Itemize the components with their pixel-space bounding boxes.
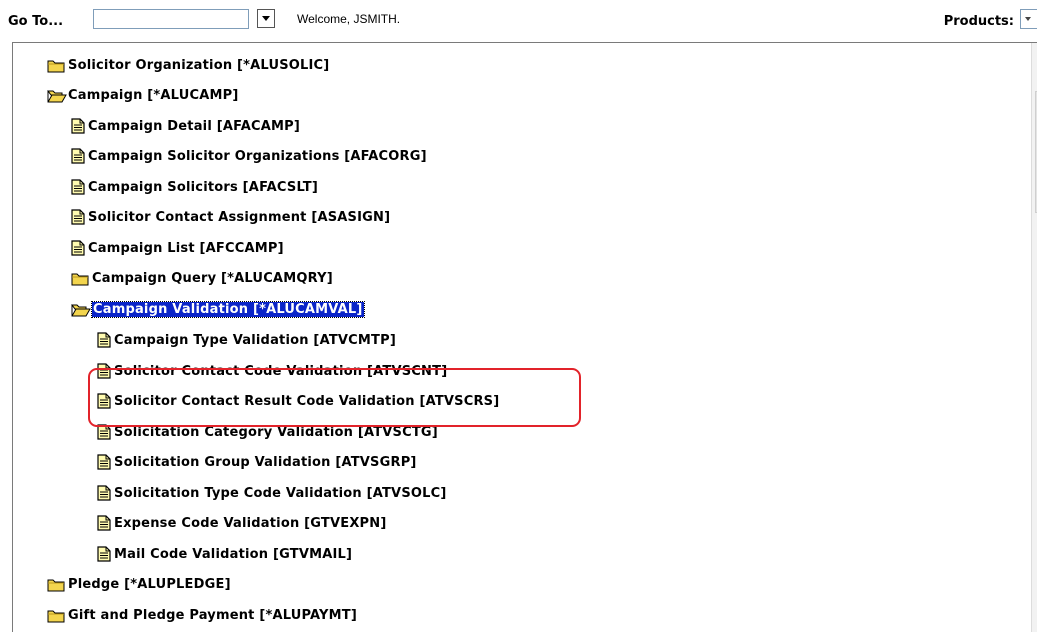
- tree-item[interactable]: Solicitation Category Validation [ATVSCT…: [97, 421, 438, 443]
- tree-item[interactable]: Solicitation Type Code Validation [ATVSO…: [97, 482, 447, 504]
- document-icon: [97, 546, 111, 562]
- tree-item[interactable]: Solicitation Group Validation [ATVSGRP]: [97, 451, 417, 473]
- tree-item[interactable]: Campaign [*ALUCAMP]: [47, 84, 238, 106]
- chevron-down-icon: [1025, 17, 1031, 21]
- tree-item-label[interactable]: Campaign Detail [AFACAMP]: [88, 119, 300, 134]
- tree-item[interactable]: Campaign List [AFCCAMP]: [71, 237, 284, 259]
- tree-item-label[interactable]: Solicitor Organization [*ALUSOLIC]: [68, 58, 329, 73]
- vertical-scrollbar[interactable]: [1031, 43, 1037, 632]
- goto-dropdown-button[interactable]: [257, 9, 275, 28]
- folder-icon: [47, 577, 65, 592]
- tree-item-label[interactable]: Solicitor Contact Assignment [ASASIGN]: [88, 210, 390, 225]
- goto-label: Go To...: [8, 14, 64, 29]
- chevron-down-icon: [262, 16, 270, 21]
- document-icon: [97, 332, 111, 348]
- tree-item-label[interactable]: Campaign Solicitor Organizations [AFACOR…: [88, 149, 427, 164]
- document-icon: [71, 209, 85, 225]
- tree-item-label[interactable]: Mail Code Validation [GTVMAIL]: [114, 547, 352, 562]
- tree-item[interactable]: Solicitor Organization [*ALUSOLIC]: [47, 54, 329, 76]
- folder-open-icon: [47, 88, 67, 103]
- goto-input[interactable]: [93, 9, 249, 29]
- products-dropdown[interactable]: [1020, 9, 1037, 29]
- folder-open-icon: [71, 302, 91, 317]
- document-icon: [71, 240, 85, 256]
- document-icon: [97, 363, 111, 379]
- tree-item[interactable]: Mail Code Validation [GTVMAIL]: [97, 543, 352, 565]
- tree-item-label[interactable]: Expense Code Validation [GTVEXPN]: [114, 516, 387, 531]
- tree-item[interactable]: Solicitor Contact Assignment [ASASIGN]: [71, 206, 390, 228]
- tree-item-label[interactable]: Campaign Solicitors [AFACSLT]: [88, 180, 318, 195]
- tree-item[interactable]: Campaign Detail [AFACAMP]: [71, 115, 300, 137]
- document-icon: [71, 118, 85, 134]
- tree-item[interactable]: Campaign Type Validation [ATVCMTP]: [97, 329, 396, 351]
- products-label: Products:: [943, 14, 1014, 29]
- document-icon: [97, 393, 111, 409]
- tree-item[interactable]: Gift and Pledge Payment [*ALUPAYMT]: [47, 604, 357, 626]
- top-toolbar: Go To... Welcome, JSMITH. Products:: [0, 0, 1037, 42]
- folder-icon: [71, 271, 89, 286]
- tree-item-label[interactable]: Campaign Query [*ALUCAMQRY]: [92, 271, 333, 286]
- tree-item[interactable]: Expense Code Validation [GTVEXPN]: [97, 512, 387, 534]
- document-icon: [71, 179, 85, 195]
- tree-item-label[interactable]: Solicitor Contact Code Validation [ATVSC…: [114, 364, 447, 379]
- tree-item[interactable]: Campaign Validation [*ALUCAMVAL]: [71, 298, 365, 320]
- tree-item-label[interactable]: Solicitation Type Code Validation [ATVSO…: [114, 486, 447, 501]
- document-icon: [97, 485, 111, 501]
- tree-item[interactable]: Campaign Query [*ALUCAMQRY]: [71, 267, 333, 289]
- tree-item-label[interactable]: Solicitation Category Validation [ATVSCT…: [114, 425, 438, 440]
- menu-tree: Solicitor Organization [*ALUSOLIC] Campai…: [12, 42, 1037, 632]
- tree-item[interactable]: Campaign Solicitor Organizations [AFACOR…: [71, 145, 427, 167]
- tree-item-label[interactable]: Campaign [*ALUCAMP]: [68, 88, 238, 103]
- tree-item-label[interactable]: Solicitor Contact Result Code Validation…: [114, 394, 499, 409]
- tree-item[interactable]: Pledge [*ALUPLEDGE]: [47, 573, 231, 595]
- tree-item[interactable]: Solicitor Contact Result Code Validation…: [97, 390, 499, 412]
- document-icon: [71, 148, 85, 164]
- tree-item-label[interactable]: Campaign Type Validation [ATVCMTP]: [114, 333, 396, 348]
- tree-item-label[interactable]: Pledge [*ALUPLEDGE]: [68, 577, 231, 592]
- tree-item[interactable]: Campaign Solicitors [AFACSLT]: [71, 176, 318, 198]
- welcome-text: Welcome, JSMITH.: [297, 12, 401, 26]
- tree-item-label[interactable]: Gift and Pledge Payment [*ALUPAYMT]: [68, 608, 357, 623]
- document-icon: [97, 515, 111, 531]
- tree-item-label[interactable]: Campaign Validation [*ALUCAMVAL]: [91, 300, 365, 318]
- folder-icon: [47, 58, 65, 73]
- document-icon: [97, 454, 111, 470]
- document-icon: [97, 424, 111, 440]
- tree-item-label[interactable]: Campaign List [AFCCAMP]: [88, 241, 284, 256]
- tree-item-label[interactable]: Solicitation Group Validation [ATVSGRP]: [114, 455, 417, 470]
- tree-item[interactable]: Solicitor Contact Code Validation [ATVSC…: [97, 360, 447, 382]
